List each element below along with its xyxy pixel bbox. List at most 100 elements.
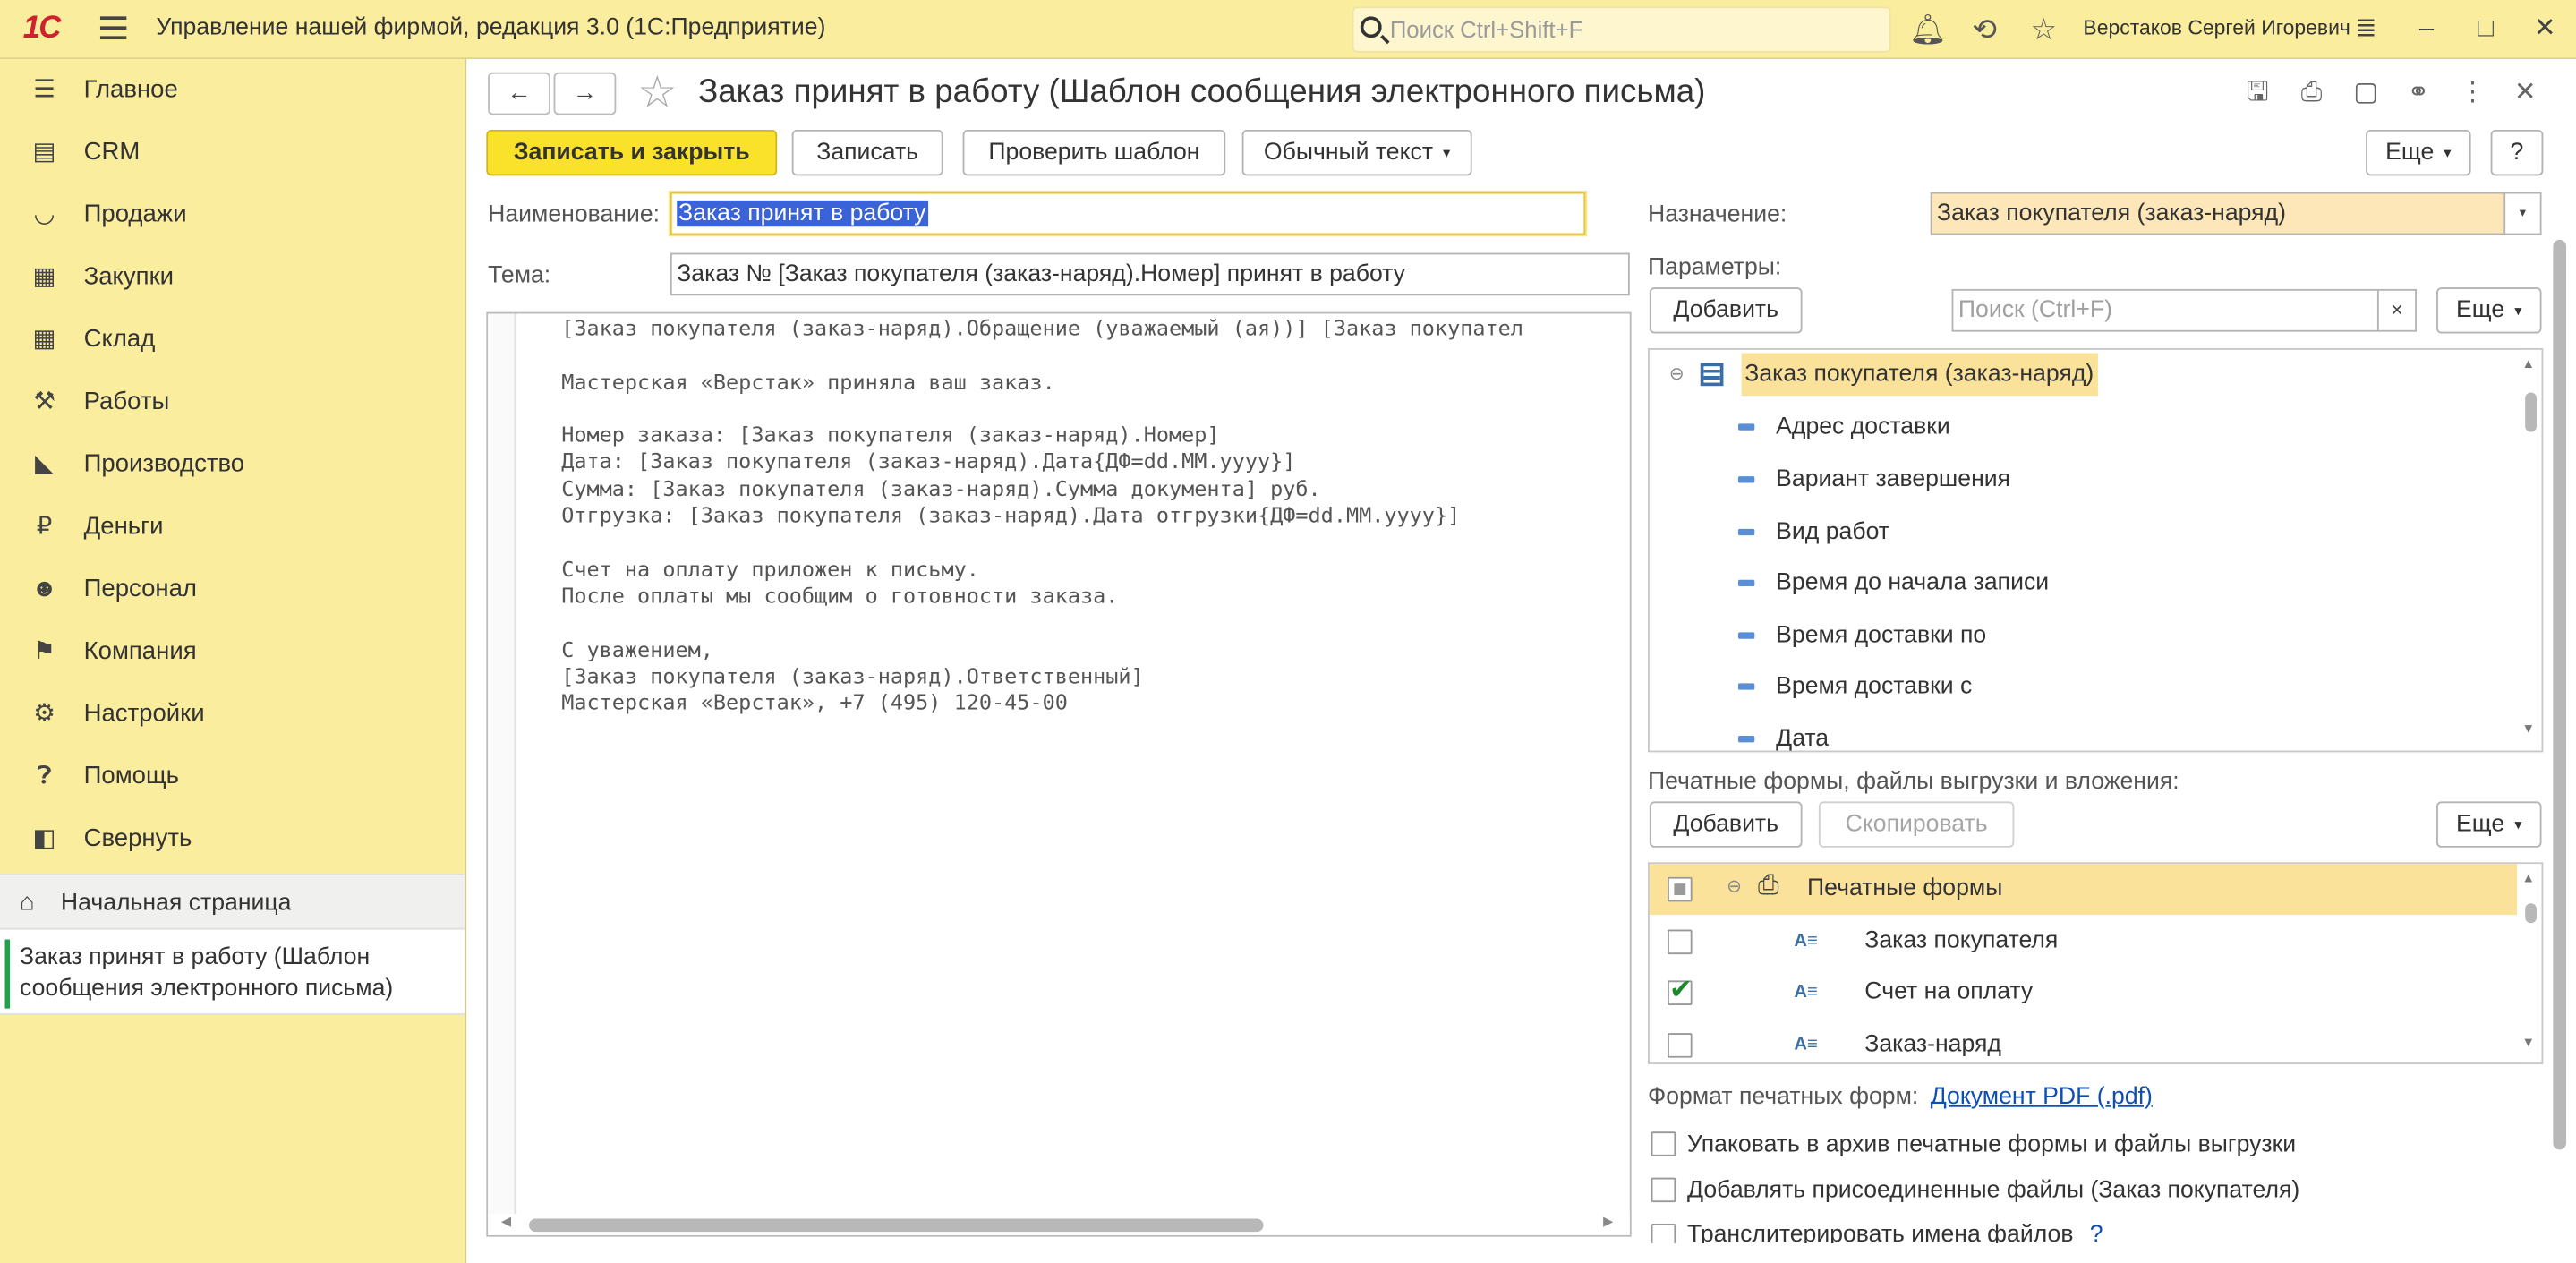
param-row[interactable]: Время доставки с <box>1650 661 2542 713</box>
document-icon: A≡ <box>1794 982 1818 1003</box>
params-tree-root[interactable]: ⊖ Заказ покупателя (заказ-наряд) <box>1650 352 2542 403</box>
add-attachment-button[interactable]: Добавить <box>1649 801 1803 848</box>
param-icon <box>1737 736 1755 743</box>
print-form-checkbox[interactable] <box>1668 929 1693 955</box>
subject-field[interactable]: Заказ № [Заказ покупателя (заказ-наряд).… <box>670 252 1630 296</box>
attachments-more-button[interactable]: Еще ▾ <box>2436 801 2542 848</box>
editor-horizontal-scrollbar[interactable]: ◀ ▶ <box>488 1213 1630 1235</box>
print-form-row[interactable]: A≡ Заказ покупателя <box>1650 917 2542 968</box>
sidebar-item-main[interactable]: ☰ Главное <box>0 59 465 122</box>
params-search-input[interactable]: Поиск (Ctrl+F) <box>1951 288 2379 332</box>
dropdown-arrow-icon[interactable]: ▾ <box>2503 193 2540 234</box>
param-row[interactable]: Дата <box>1650 714 2542 751</box>
help-link-text[interactable]: ? <box>2090 1222 2103 1243</box>
scroll-thumb[interactable] <box>529 1218 1264 1233</box>
attachments-label: Печатные формы, файлы выгрузки и вложени… <box>1648 768 2179 796</box>
scroll-up-icon[interactable]: ▲ <box>2521 870 2535 885</box>
more-vertical-icon[interactable]: ⋮ <box>2454 75 2490 111</box>
collapse-toggle-icon[interactable]: ⊖ <box>1669 363 1685 384</box>
print-form-label: Заказ покупателя <box>1864 927 2059 955</box>
param-row[interactable]: Адрес доставки <box>1650 403 2542 454</box>
user-name[interactable]: Верстаков Сергей Игоревич <box>2083 16 2350 39</box>
open-window-tab[interactable]: Заказ принят в работу (Шаблон сообщения … <box>0 929 465 1015</box>
save-button[interactable]: Записать <box>791 129 943 176</box>
sidebar-item-purchases[interactable]: ▦ Закупки <box>0 246 465 309</box>
sidebar-item-collapse[interactable]: ◧ Свернуть <box>0 808 465 871</box>
dropdown-arrow-icon: ▾ <box>1443 144 1451 162</box>
scroll-up-icon[interactable]: ▲ <box>2521 356 2535 371</box>
format-dropdown[interactable]: Обычный текст ▾ <box>1241 129 1472 176</box>
preview-icon[interactable]: ▢ <box>2348 75 2384 111</box>
scroll-left-icon[interactable]: ◀ <box>501 1214 511 1229</box>
purpose-select[interactable]: Заказ покупателя (заказ-наряд) ▾ <box>1930 192 2542 235</box>
close-form-icon[interactable]: ✕ <box>2507 75 2543 111</box>
forward-button[interactable]: → <box>553 72 617 115</box>
params-more-button[interactable]: Еще ▾ <box>2436 287 2542 334</box>
home-page-tab[interactable]: ⌂ Начальная страница <box>0 874 465 930</box>
clear-search-button[interactable]: × <box>2376 288 2418 332</box>
sidebar-item-sales[interactable]: ◡ Продажи <box>0 184 465 247</box>
param-row[interactable]: Время доставки по <box>1650 611 2542 662</box>
param-row[interactable]: Время до начала записи <box>1650 559 2542 610</box>
copy-attachment-button[interactable]: Скопировать <box>1818 801 2015 848</box>
help-button[interactable]: ? <box>2490 129 2544 176</box>
scroll-thumb[interactable] <box>2525 903 2538 924</box>
scroll-thumb[interactable] <box>2553 239 2567 1150</box>
sidebar-item-personnel[interactable]: ☻ Персонал <box>0 559 465 621</box>
scroll-thumb[interactable] <box>2525 392 2538 432</box>
transliterate-checkbox[interactable] <box>1651 1224 1676 1244</box>
archive-checkbox[interactable] <box>1651 1131 1676 1156</box>
sidebar-item-money[interactable]: ₽ Деньги <box>0 496 465 559</box>
bell-icon[interactable]: 🔔︎ <box>1909 13 1947 47</box>
print-form-checkbox[interactable] <box>1668 1033 1693 1058</box>
name-field[interactable]: Заказ принят в работу <box>670 192 1586 235</box>
sidebar-item-crm[interactable]: ▤ CRM <box>0 122 465 184</box>
sidebar-item-label: Склад <box>83 325 156 354</box>
minimize-icon[interactable]: – <box>2409 12 2444 47</box>
attach-files-checkbox[interactable] <box>1651 1177 1676 1203</box>
add-param-button[interactable]: Добавить <box>1649 287 1803 334</box>
sidebar-item-warehouse[interactable]: ▦ Склад <box>0 309 465 371</box>
root-checkbox[interactable] <box>1668 876 1693 902</box>
params-tree-scrollbar[interactable]: ▲ ▼ <box>2520 349 2540 751</box>
param-row[interactable]: Вариант завершения <box>1650 455 2542 506</box>
check-template-button[interactable]: Проверить шаблон <box>962 129 1226 176</box>
favorite-star-icon[interactable]: ☆ <box>637 69 677 115</box>
sidebar-item-company[interactable]: ⚑ Компания <box>0 621 465 684</box>
print-icon[interactable]: ⎙ <box>2293 75 2329 111</box>
main-menu-icon[interactable] <box>99 16 127 40</box>
more-button[interactable]: Еще ▾ <box>2366 129 2471 176</box>
sidebar-item-help[interactable]: ❓︎ Помощь <box>0 746 465 808</box>
sidebar-item-label: Персонал <box>83 575 198 603</box>
scroll-down-icon[interactable]: ▼ <box>2521 721 2535 737</box>
close-icon[interactable]: ✕ <box>2527 12 2563 47</box>
sidebar-item-production[interactable]: ◣ Производство <box>0 433 465 496</box>
scroll-down-icon[interactable]: ▼ <box>2521 1035 2535 1050</box>
transliterate-help-link[interactable]: ? <box>2090 1222 2103 1243</box>
favorites-star-icon[interactable]: ☆ <box>2027 13 2060 47</box>
global-search-input[interactable]: Поиск Ctrl+Shift+F <box>1352 6 1891 53</box>
collapse-toggle-icon[interactable]: ⊖ <box>1727 875 1742 897</box>
print-format-link-text[interactable]: Документ PDF (.pdf) <box>1931 1084 2153 1110</box>
link-icon[interactable]: ⚭ <box>2401 75 2436 111</box>
print-form-checkbox[interactable] <box>1668 974 1693 1007</box>
maximize-icon[interactable]: □ <box>2468 12 2503 47</box>
history-icon[interactable]: ⟲ <box>1968 13 2001 47</box>
print-form-row[interactable]: A≡ Заказ-наряд <box>1650 1020 2542 1062</box>
global-search-placeholder: Поиск Ctrl+Shift+F <box>1389 16 1583 43</box>
message-body-editor[interactable]: [Заказ покупателя (заказ-наряд).Обращени… <box>486 311 1632 1237</box>
print-form-row[interactable]: A≡ Счет на оплату <box>1650 968 2542 1019</box>
print-forms-scrollbar[interactable]: ▲ ▼ <box>2520 864 2540 1063</box>
param-row[interactable]: Вид работ <box>1650 508 2542 559</box>
scroll-right-icon[interactable]: ▶ <box>1603 1214 1613 1229</box>
back-button[interactable]: ← <box>488 72 550 115</box>
print-format-link[interactable]: Документ PDF (.pdf) <box>1931 1084 2153 1110</box>
print-forms-root[interactable]: ⊖ ⎙ Печатные формы <box>1649 864 2517 916</box>
sidebar-item-settings[interactable]: ⚙ Настройки <box>0 683 465 746</box>
object-list-icon <box>1700 363 1724 387</box>
sidebar-item-works[interactable]: ⚒ Работы <box>0 371 465 434</box>
settings-lines-icon[interactable]: ≣ <box>2348 12 2384 47</box>
save-close-button[interactable]: Записать и закрыть <box>486 129 778 176</box>
form-vertical-scrollbar[interactable] <box>2548 239 2572 1225</box>
save-disk-icon[interactable]: 🖫︎ <box>2239 75 2275 111</box>
